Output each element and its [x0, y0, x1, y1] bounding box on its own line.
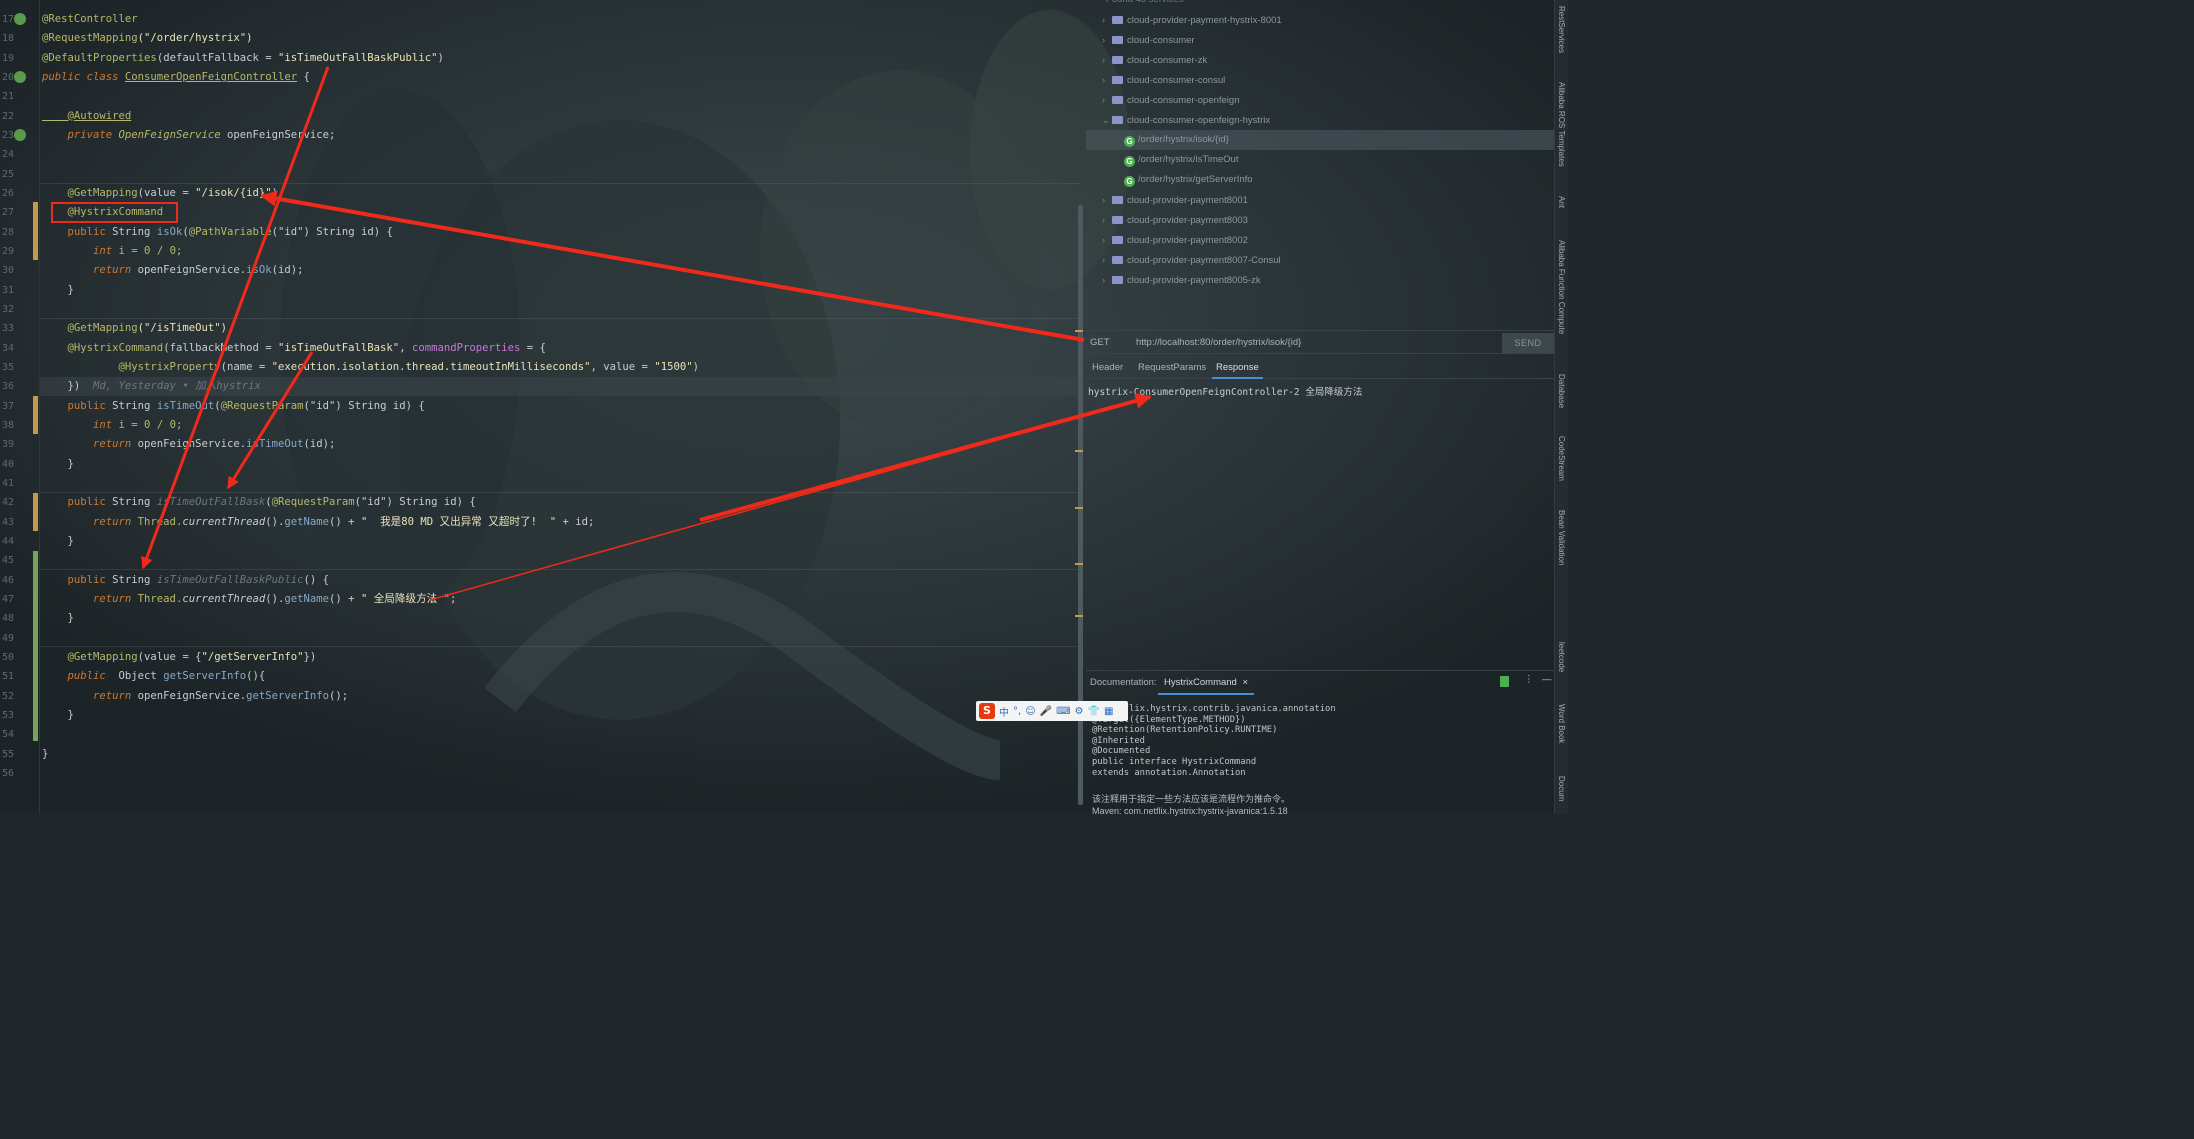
arrow-to-response — [699, 393, 1152, 522]
arrow-default-fallback — [141, 66, 330, 570]
arrow-thin-request — [799, 289, 1085, 341]
annotation-arrows — [141, 66, 1152, 601]
arrow-fallback-method — [226, 351, 314, 490]
